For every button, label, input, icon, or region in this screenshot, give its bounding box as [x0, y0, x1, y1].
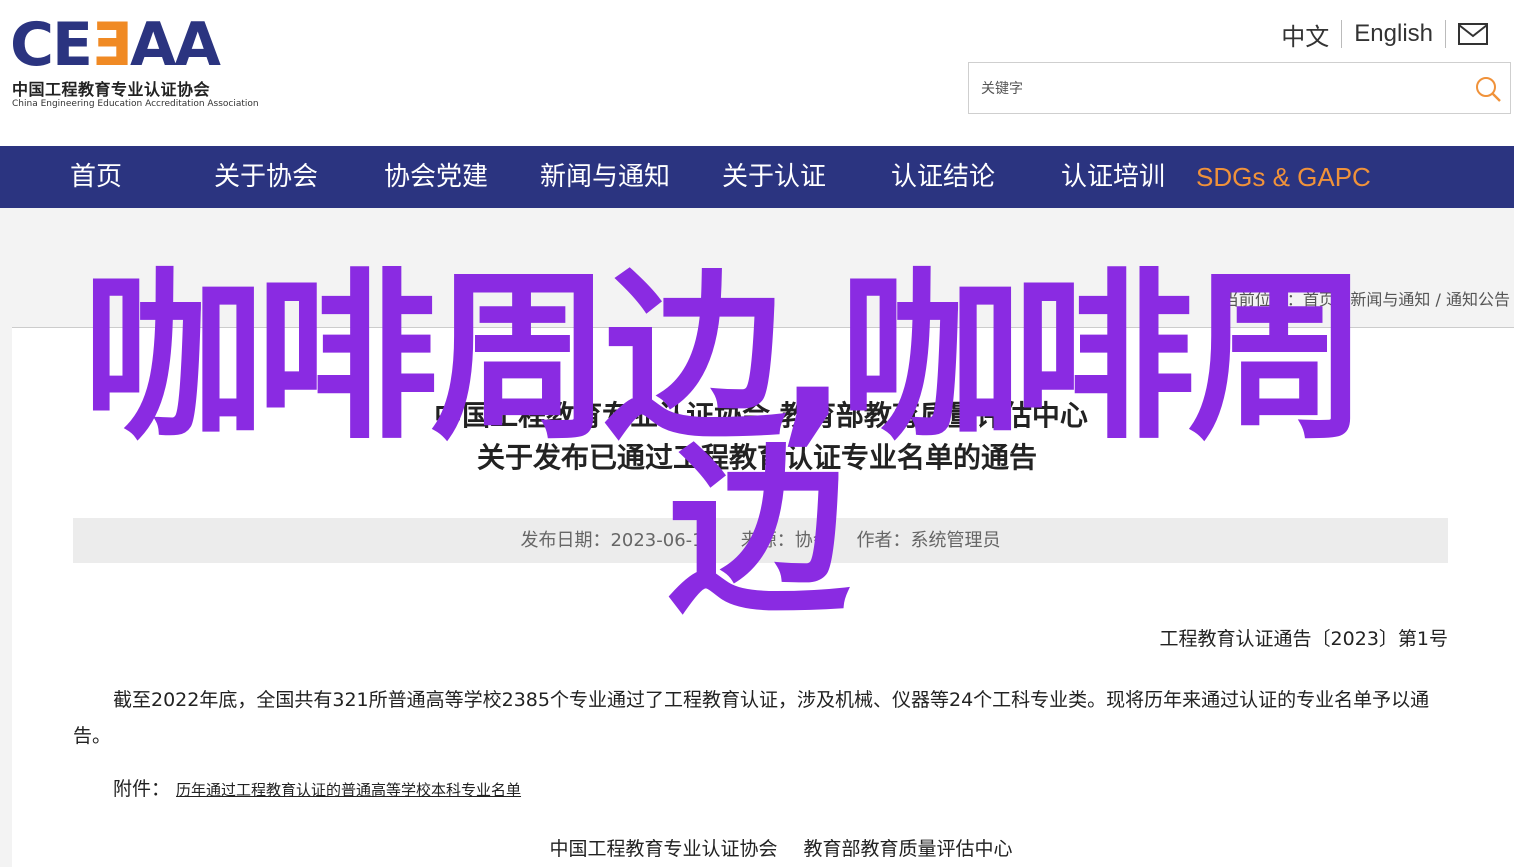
breadcrumb: 当前位置：首页 / 新闻与通知 / 通知公告	[1223, 286, 1510, 310]
main-nav: 首页 关于协会 协会党建 新闻与通知 关于认证 认证结论 认证培训 SDGs &…	[0, 146, 1514, 208]
nav-item-home[interactable]: 首页	[70, 146, 122, 208]
divider	[12, 327, 1514, 328]
article-paragraph: 截至2022年底，全国共有321所普通高等学校2385个专业通过了工程教育认证，…	[73, 689, 1430, 747]
divider	[1445, 20, 1446, 48]
nav-item-news[interactable]: 新闻与通知	[540, 146, 670, 208]
site-logo[interactable]: CEƎAA 中国工程教育专业认证协会 China Engineering Edu…	[10, 14, 270, 114]
logo-chinese-name: 中国工程教育专业认证协会	[12, 80, 211, 99]
search-icon[interactable]	[1474, 75, 1502, 103]
publish-date: 发布日期：2023-06-13	[520, 530, 716, 551]
logo-mark: CEƎAA	[10, 10, 221, 80]
document-number: 工程教育认证通告〔2023〕第1号	[1159, 628, 1448, 650]
breadcrumb-home[interactable]: 首页	[1303, 290, 1335, 309]
attachment-label: 附件：	[113, 778, 171, 800]
nav-item-sdgs[interactable]: SDGs & GAPC	[1196, 146, 1371, 208]
signer-center: 教育部教育质量评估中心	[803, 838, 1013, 860]
breadcrumb-separator: /	[1430, 290, 1446, 309]
breadcrumb-news[interactable]: 新闻与通知	[1350, 290, 1430, 309]
breadcrumb-separator: /	[1334, 290, 1351, 309]
breadcrumb-prefix: 当前位置：	[1222, 290, 1303, 309]
lang-english-link[interactable]: English	[1342, 20, 1445, 48]
site-header: CEƎAA 中国工程教育专业认证协会 China Engineering Edu…	[0, 0, 1514, 146]
search-box	[968, 62, 1511, 114]
signer-association: 中国工程教育专业认证协会	[549, 838, 778, 860]
page: CEƎAA 中国工程教育专业认证协会 China Engineering Edu…	[0, 0, 1514, 867]
breadcrumb-notices[interactable]: 通知公告	[1446, 290, 1510, 309]
nav-item-training[interactable]: 认证培训	[1061, 146, 1165, 208]
article-source: 来源：协会	[740, 530, 831, 551]
search-input[interactable]	[981, 77, 1451, 101]
article-author: 作者：系统管理员	[856, 530, 1001, 551]
nav-item-party[interactable]: 协会党建	[384, 146, 488, 208]
language-bar: 中文 English	[1269, 17, 1488, 52]
article-title-line2: 关于发布已通过工程教育认证专业名单的通告	[476, 441, 1037, 474]
attachment-link[interactable]: 历年通过工程教育认证的普通高等学校本科专业名单	[176, 781, 521, 799]
signers: 中国工程教育专业认证协会 教育部教育质量评估中心	[0, 834, 1514, 861]
attachment: 附件： 历年通过工程教育认证的普通高等学校本科专业名单	[113, 774, 521, 801]
lang-chinese-link[interactable]: 中文	[1269, 17, 1341, 52]
nav-item-results[interactable]: 认证结论	[891, 146, 995, 208]
logo-english-name: China Engineering Education Accreditatio…	[12, 99, 259, 109]
article-meta: 发布日期：2023-06-13 来源：协会 作者：系统管理员	[73, 518, 1448, 563]
mail-icon[interactable]	[1458, 23, 1488, 45]
nav-item-about[interactable]: 关于协会	[214, 146, 318, 208]
nav-item-accreditation[interactable]: 关于认证	[722, 146, 826, 208]
article-title-line1: 中国工程教育专业认证协会 教育部教育质量评估中心	[434, 399, 1088, 432]
